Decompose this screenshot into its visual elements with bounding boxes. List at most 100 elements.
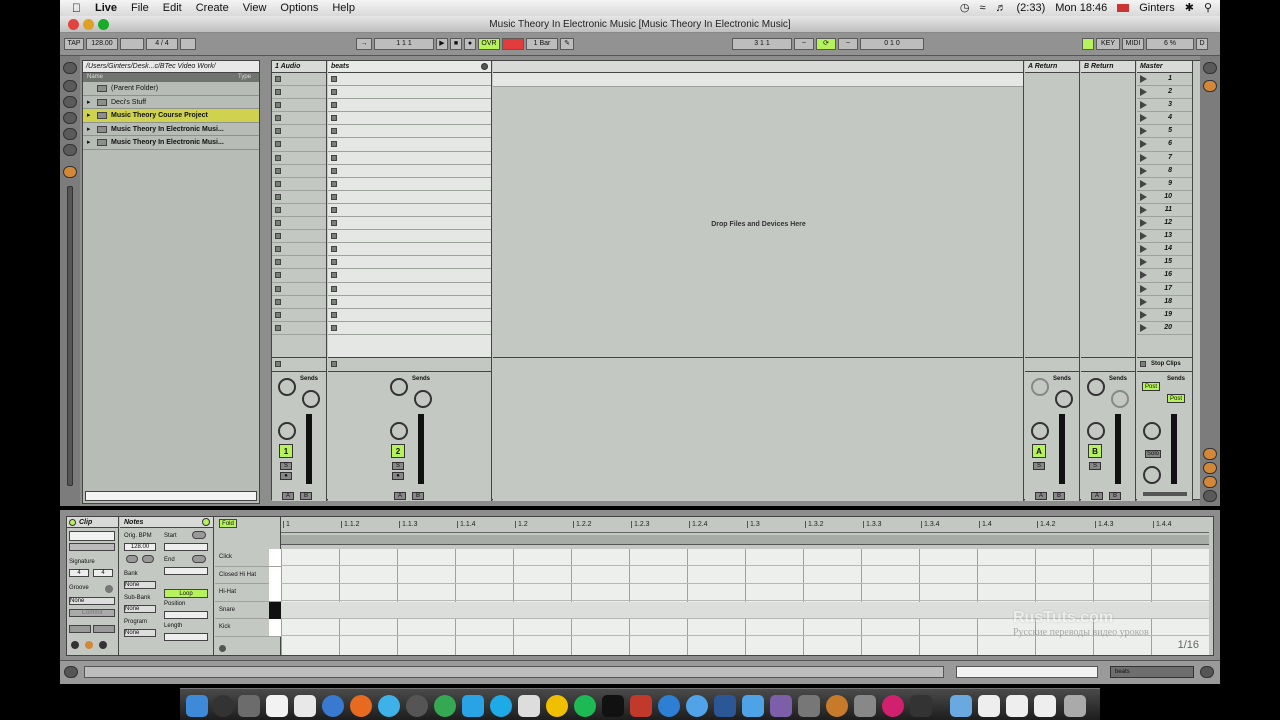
clip-slot-stop-icon[interactable] [331, 272, 337, 279]
track-fold-icon[interactable] [481, 63, 488, 70]
clip-slot-stop-icon[interactable] [275, 115, 281, 122]
scene-launch-icon[interactable] [1140, 140, 1147, 149]
clip-slot[interactable] [328, 309, 491, 322]
stop-button-icon[interactable] [275, 361, 281, 367]
clip-slot[interactable] [328, 165, 491, 178]
overdub-button[interactable]: OVR [478, 38, 500, 50]
send-b-knob[interactable] [414, 390, 432, 408]
piano-key[interactable] [269, 549, 281, 566]
clip-slot[interactable] [328, 296, 491, 309]
scene-slot[interactable]: 7 [1137, 152, 1192, 165]
browser-scrollbar[interactable] [67, 186, 73, 486]
menu-app[interactable]: Live [95, 2, 117, 14]
play-button[interactable]: ▶ [436, 38, 448, 50]
bluetooth-icon[interactable]: ✱ [1185, 1, 1194, 14]
browser-row[interactable]: ▸ Music Theory In Electronic Musi... [83, 123, 259, 136]
stop-button-icon[interactable] [331, 361, 337, 367]
scene-slot[interactable]: 16 [1137, 269, 1192, 283]
length-field[interactable] [164, 633, 208, 641]
mission-control-icon[interactable] [238, 695, 260, 717]
browser-row[interactable]: ▸ Music Theory Course Project [83, 109, 259, 123]
clip-slot[interactable] [272, 152, 326, 165]
clip-slot[interactable] [272, 165, 326, 178]
punch-in-button[interactable]: ~ [794, 38, 814, 50]
double-button[interactable] [142, 555, 154, 563]
note-lane-row[interactable] [281, 549, 1209, 566]
midi-map-button[interactable]: MIDI [1122, 38, 1144, 50]
send-b-knob[interactable] [1055, 390, 1073, 408]
scene-launch-icon[interactable] [1140, 245, 1147, 254]
crossfader[interactable] [1143, 492, 1187, 496]
spotify-icon[interactable] [574, 695, 596, 717]
menu-help[interactable]: Help [332, 2, 355, 14]
scene-launch-icon[interactable] [1140, 271, 1147, 280]
clip-slot[interactable] [272, 296, 326, 309]
time-machine-icon[interactable]: ◷ [960, 1, 970, 14]
clip-envelope-icon[interactable] [99, 641, 107, 649]
clip-slot[interactable] [272, 204, 326, 218]
track-title[interactable]: B Return [1081, 61, 1135, 73]
finder-icon[interactable] [186, 695, 208, 717]
piano-key[interactable] [269, 566, 281, 584]
clip-slot[interactable] [272, 269, 326, 283]
sends-toggle-button[interactable] [1203, 462, 1217, 474]
scene-launch-icon[interactable] [1140, 205, 1147, 214]
browser-search-field[interactable] [85, 491, 257, 501]
document-stack-icon[interactable] [1006, 695, 1028, 717]
track-activator[interactable]: 1 [279, 444, 293, 458]
clip-slot-stop-icon[interactable] [331, 141, 337, 148]
lane-name[interactable]: Kick [215, 619, 281, 637]
midi-record-button[interactable] [502, 38, 524, 50]
send-a-knob[interactable] [278, 378, 296, 396]
clip-slot-stop-icon[interactable] [331, 298, 337, 305]
clip-slot[interactable] [272, 178, 326, 191]
downloads-stack-icon[interactable] [950, 695, 972, 717]
clip-slot-stop-icon[interactable] [331, 311, 337, 318]
clip-slot-stop-icon[interactable] [275, 311, 281, 318]
scene-launch-icon[interactable] [1140, 127, 1147, 136]
return-activator[interactable]: B [1088, 444, 1102, 458]
scene-slot[interactable]: 8 [1137, 165, 1192, 178]
dashboard-icon[interactable] [212, 695, 234, 717]
tempo-field[interactable]: 128.00 [86, 38, 118, 50]
arm-button[interactable]: ● [280, 472, 292, 480]
photo-booth-icon[interactable] [406, 695, 428, 717]
clip-slot[interactable] [272, 309, 326, 322]
quicktime-icon[interactable] [546, 695, 568, 717]
clip-slot-stop-icon[interactable] [275, 272, 281, 279]
end-set-button[interactable] [192, 555, 206, 563]
menu-create[interactable]: Create [196, 2, 229, 14]
metronome-button[interactable] [180, 38, 196, 50]
scene-slot[interactable]: 12 [1137, 217, 1192, 231]
clip-slot[interactable] [328, 178, 491, 191]
scene-launch-icon[interactable] [1140, 258, 1147, 267]
clip-slot-stop-icon[interactable] [331, 180, 337, 187]
subbank-select[interactable]: None [124, 605, 156, 613]
scene-slot[interactable]: 3 [1137, 99, 1192, 113]
lane-scroll-icon[interactable] [219, 645, 226, 652]
io-toggle-button[interactable] [1203, 448, 1217, 460]
clip-slot-stop-icon[interactable] [331, 206, 337, 213]
clip-slot-stop-icon[interactable] [331, 193, 337, 200]
crossfade-a-button[interactable]: A [1091, 492, 1103, 500]
utility-icon[interactable] [770, 695, 792, 717]
current-track-indicator[interactable]: beats [1110, 666, 1194, 678]
clip-name-field[interactable] [69, 531, 115, 541]
clip-slot[interactable] [272, 99, 326, 113]
solo-button[interactable]: S [1089, 462, 1101, 470]
clip-slot[interactable] [328, 230, 491, 244]
pan-knob[interactable] [1087, 422, 1105, 440]
draw-mode-button[interactable]: ✎ [560, 38, 574, 50]
clip-slot-stop-icon[interactable] [275, 102, 281, 109]
clip-slot-stop-icon[interactable] [331, 259, 337, 266]
clip-slot[interactable] [272, 125, 326, 139]
calendar-icon[interactable] [266, 695, 288, 717]
clip-slot-stop-icon[interactable] [331, 220, 337, 227]
clip-slot-stop-icon[interactable] [275, 285, 281, 292]
loop-brace[interactable] [281, 535, 1209, 545]
clip-slot-stop-icon[interactable] [275, 298, 281, 305]
clip-slot-stop-icon[interactable] [275, 154, 281, 161]
clip-slot[interactable] [328, 322, 491, 335]
solo-button[interactable]: S [1033, 462, 1045, 470]
wifi-icon[interactable]: ≈ [979, 2, 985, 14]
